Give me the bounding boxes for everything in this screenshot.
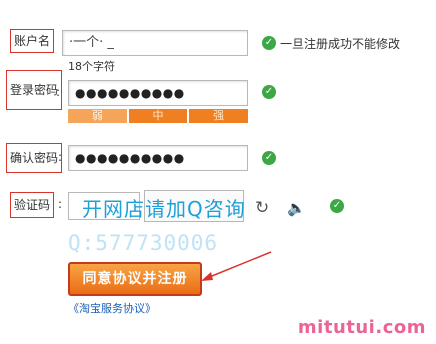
- check-circle-icon: ✓: [262, 85, 276, 99]
- agree-register-button[interactable]: 同意协议并注册: [68, 262, 202, 296]
- speaker-icon[interactable]: 🔈: [287, 199, 306, 217]
- password-label: 登录密码: [6, 70, 63, 110]
- captcha-colon: :: [58, 197, 63, 211]
- refresh-icon[interactable]: ↻: [255, 199, 269, 217]
- confirm-password-input[interactable]: ●●●●●●●●●●: [68, 145, 248, 171]
- account-label: 账户名: [10, 29, 55, 53]
- overlay-ad-text: 开网店请加Q咨询: [82, 197, 246, 221]
- account-status-text: 一旦注册成功不能修改: [280, 37, 401, 51]
- password-input[interactable]: ●●●●●●●●●●: [68, 80, 248, 106]
- annotation-arrow: [201, 251, 272, 281]
- confirm-password-label: 确认密码: [6, 143, 63, 173]
- strength-strong: 强: [189, 109, 249, 123]
- account-hint: 18个字符: [68, 60, 115, 73]
- password-strength-meter: 弱 中 强: [68, 109, 249, 123]
- strength-weak: 弱: [68, 109, 127, 123]
- captcha-label: 验证码: [10, 192, 55, 218]
- strength-medium: 中: [128, 109, 188, 123]
- confirm-colon: :: [58, 150, 63, 164]
- account-input[interactable]: ·一个· _: [62, 30, 248, 56]
- password-colon: :: [56, 85, 61, 99]
- service-agreement-link[interactable]: 《淘宝服务协议》: [68, 300, 156, 316]
- check-circle-icon: ✓: [262, 151, 276, 165]
- check-circle-icon: ✓: [262, 36, 276, 50]
- check-circle-icon: ✓: [330, 199, 344, 213]
- watermark: mitutui.com: [297, 317, 426, 338]
